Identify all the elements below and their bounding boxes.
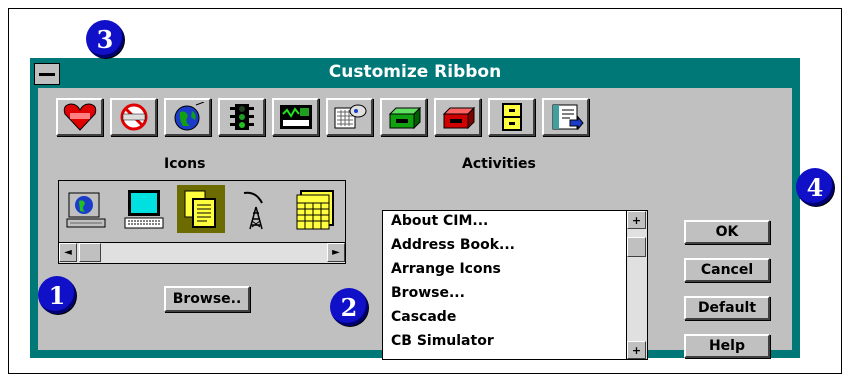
list-item[interactable]: About CIM... xyxy=(391,213,488,229)
dialog-body: Icons Activities ◄ ► Browse.. About CIM.… xyxy=(38,88,792,360)
ribbon-button-book-arrow[interactable] xyxy=(542,98,589,136)
traffic-light-icon xyxy=(229,104,254,130)
ribbon-button-heart[interactable] xyxy=(56,98,103,136)
ribbon-toolbar xyxy=(56,98,589,136)
activities-list[interactable]: About CIM... Address Book... Arrange Ico… xyxy=(382,210,648,360)
list-item[interactable]: Address Book... xyxy=(391,237,515,253)
cancel-button[interactable]: Cancel xyxy=(684,258,770,282)
ribbon-button-file-cabinet[interactable] xyxy=(488,98,535,136)
scroll-up-button[interactable]: + xyxy=(627,211,646,229)
default-button[interactable]: Default xyxy=(684,296,770,320)
file-cabinet-icon xyxy=(501,103,522,131)
globe-icon xyxy=(174,102,204,131)
icon-option-calendar[interactable] xyxy=(291,185,339,233)
icons-horizontal-scrollbar[interactable]: ◄ ► xyxy=(59,242,345,263)
scroll-thumb[interactable] xyxy=(627,237,646,257)
callout-1: 1 xyxy=(38,276,76,314)
puzzle-icon xyxy=(334,104,366,129)
book-arrow-icon xyxy=(552,104,584,131)
scroll-right-button[interactable]: ► xyxy=(327,243,345,262)
list-item[interactable]: Arrange Icons xyxy=(391,261,501,277)
list-item[interactable]: CB Simulator xyxy=(391,333,494,349)
ribbon-button-globe[interactable] xyxy=(164,98,211,136)
monitor-chart-icon xyxy=(279,105,312,129)
title-bar: Customize Ribbon xyxy=(30,58,800,88)
terminal-icon xyxy=(124,190,164,229)
callout-4: 4 xyxy=(796,168,834,206)
help-button[interactable]: Help xyxy=(684,334,770,358)
icon-option-documents[interactable] xyxy=(177,185,225,233)
antenna-tower-icon xyxy=(243,191,263,230)
heart-icon xyxy=(63,103,96,131)
ok-button[interactable]: OK xyxy=(684,220,770,244)
callout-2: 2 xyxy=(330,288,368,326)
activities-vertical-scrollbar[interactable]: + + xyxy=(626,211,647,359)
calendar-icon xyxy=(296,190,334,230)
icon-option-terminal[interactable] xyxy=(120,185,168,233)
arrow-left-icon: ◄ xyxy=(64,247,72,258)
ribbon-button-no-entry[interactable] xyxy=(110,98,157,136)
activities-heading: Activities xyxy=(462,156,536,172)
callout-3: 3 xyxy=(86,20,124,58)
green-box-icon xyxy=(388,106,421,130)
arrow-down-icon: + xyxy=(631,343,642,357)
list-item[interactable]: Browse... xyxy=(391,285,465,301)
icon-option-computer-globe[interactable] xyxy=(63,185,111,233)
icon-option-antenna-tower[interactable] xyxy=(234,185,282,233)
scroll-thumb[interactable] xyxy=(79,243,101,262)
ribbon-button-red-box[interactable] xyxy=(434,98,481,136)
ribbon-button-green-box[interactable] xyxy=(380,98,427,136)
arrow-up-icon: + xyxy=(631,213,642,227)
no-entry-icon xyxy=(120,103,147,131)
list-item[interactable]: Cascade xyxy=(391,309,456,325)
documents-icon xyxy=(184,190,216,228)
customize-ribbon-dialog: Customize Ribbon Icons Activities ◄ ► Br… xyxy=(30,58,800,360)
red-box-icon xyxy=(442,106,475,130)
computer-globe-icon xyxy=(66,192,106,228)
ribbon-button-puzzle[interactable] xyxy=(326,98,373,136)
arrow-right-icon: ► xyxy=(332,247,340,258)
ribbon-button-monitor-chart[interactable] xyxy=(272,98,319,136)
browse-button[interactable]: Browse.. xyxy=(164,286,250,312)
scroll-left-button[interactable]: ◄ xyxy=(59,243,77,262)
ribbon-button-traffic-light[interactable] xyxy=(218,98,265,136)
dialog-title: Customize Ribbon xyxy=(328,62,502,82)
icons-heading: Icons xyxy=(164,156,206,172)
scroll-down-button[interactable]: + xyxy=(627,341,646,359)
icons-panel: ◄ ► xyxy=(58,180,346,264)
